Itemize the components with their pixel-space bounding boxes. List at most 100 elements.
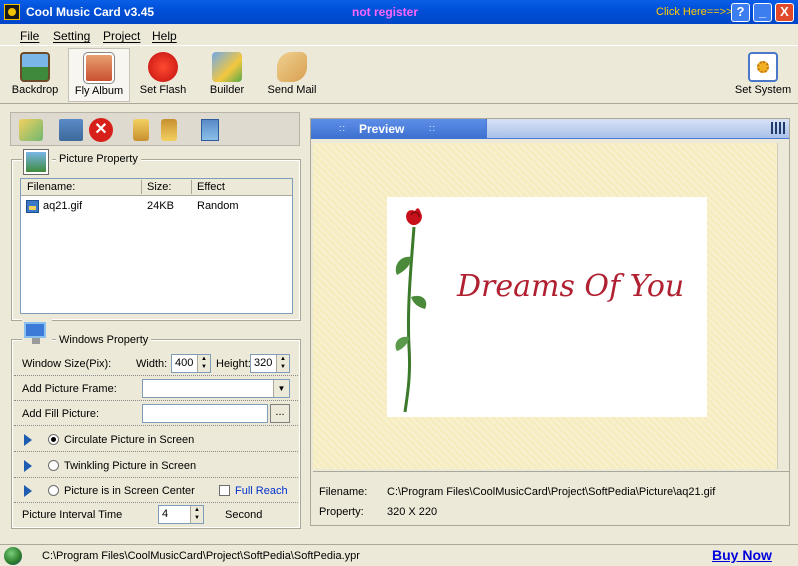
window-title: Cool Music Card v3.45 bbox=[26, 5, 155, 19]
picture-property-icon bbox=[22, 148, 52, 178]
register-status: not register bbox=[352, 5, 419, 19]
remove-picture-icon[interactable] bbox=[59, 119, 83, 141]
preview-scrollbar[interactable] bbox=[777, 143, 789, 469]
gif-file-icon bbox=[26, 200, 39, 213]
app-window: Cool Music Card v3.45 not register Click… bbox=[0, 0, 798, 566]
status-bar: C:\Program Files\CoolMusicCard\Project\S… bbox=[0, 544, 798, 566]
twinkling-radio[interactable] bbox=[48, 460, 59, 471]
close-button[interactable]: X bbox=[775, 3, 794, 22]
width-stepper[interactable]: 400 ▲ ▼ bbox=[171, 354, 211, 373]
preview-panel: :: Preview :: Dreams Of You Filename: C:… bbox=[310, 118, 790, 526]
interval-unit: Second bbox=[225, 509, 263, 521]
menu-file[interactable]: File bbox=[20, 29, 39, 43]
interval-stepper[interactable]: 4 ▲ ▼ bbox=[158, 505, 204, 524]
interval-value: 4 bbox=[162, 508, 169, 520]
row-effect: Random bbox=[197, 200, 239, 212]
table-row[interactable]: aq21.gif 24KB Random bbox=[21, 199, 292, 215]
project-path: C:\Program Files\CoolMusicCard\Project\S… bbox=[42, 550, 360, 562]
send-mail-label: Send Mail bbox=[267, 84, 317, 96]
picture-frame-select[interactable]: ▼ bbox=[142, 379, 290, 398]
circulate-row: Circulate Picture in Screen bbox=[14, 428, 298, 452]
col-size[interactable]: Size: bbox=[147, 181, 171, 193]
preview-header-bar bbox=[487, 119, 789, 139]
chevron-right-icon bbox=[24, 460, 32, 472]
builder-icon bbox=[212, 52, 242, 82]
twinkling-label[interactable]: Twinkling Picture in Screen bbox=[64, 460, 196, 472]
width-value: 400 bbox=[175, 357, 194, 369]
interval-spin-arrows[interactable]: ▲ ▼ bbox=[190, 506, 203, 523]
app-icon[interactable] bbox=[4, 4, 20, 20]
move-down-icon[interactable] bbox=[161, 119, 177, 141]
width-spin-arrows[interactable]: ▲ ▼ bbox=[197, 355, 210, 372]
preview-header: :: Preview :: bbox=[311, 119, 789, 139]
title-bar: Cool Music Card v3.45 not register Click… bbox=[0, 0, 798, 24]
row-size: 24KB bbox=[147, 200, 174, 212]
fly-album-label: Fly Album bbox=[74, 85, 124, 97]
center-radio[interactable] bbox=[48, 485, 59, 496]
builder-button[interactable]: Builder bbox=[196, 48, 258, 102]
col-effect[interactable]: Effect bbox=[197, 181, 225, 193]
height-stepper[interactable]: 320 ▲ ▼ bbox=[250, 354, 290, 373]
preview-tab[interactable]: :: Preview :: bbox=[311, 119, 500, 139]
property-label: Property: bbox=[319, 506, 364, 518]
set-flash-label: Set Flash bbox=[139, 84, 187, 96]
move-up-icon[interactable] bbox=[133, 119, 149, 141]
preview-picture-icon[interactable] bbox=[201, 119, 219, 141]
width-label: Width: bbox=[136, 358, 168, 370]
add-fill-label: Add Fill Picture: bbox=[22, 408, 100, 420]
add-fill-row: Add Fill Picture: ... bbox=[14, 402, 298, 426]
minimize-button[interactable]: _ bbox=[753, 3, 772, 22]
flash-icon bbox=[148, 52, 178, 82]
picture-list[interactable]: Filename: Size: Effect aq21.gif 24KB Ran… bbox=[20, 178, 293, 314]
full-reach-checkbox[interactable] bbox=[219, 485, 230, 496]
click-here-link[interactable]: Click Here==>> bbox=[656, 6, 732, 18]
circulate-radio[interactable] bbox=[48, 434, 59, 445]
backdrop-button[interactable]: Backdrop bbox=[4, 48, 66, 102]
set-system-label: Set System bbox=[734, 84, 792, 96]
center-row: Picture is in Screen Center Full Reach bbox=[14, 479, 298, 503]
menu-setting[interactable]: Setting bbox=[53, 29, 90, 43]
set-system-button[interactable]: Set System bbox=[732, 48, 794, 102]
picture-property-title: Picture Property bbox=[56, 153, 141, 165]
add-picture-icon[interactable] bbox=[19, 119, 43, 141]
height-value: 320 bbox=[254, 357, 273, 369]
delete-icon[interactable]: ✕ bbox=[89, 118, 113, 142]
twinkling-row: Twinkling Picture in Screen bbox=[14, 454, 298, 478]
col-filename[interactable]: Filename: bbox=[27, 181, 75, 193]
browse-button[interactable]: ... bbox=[270, 404, 290, 423]
full-reach-label[interactable]: Full Reach bbox=[235, 485, 288, 497]
filename-value: C:\Program Files\CoolMusicCard\Project\S… bbox=[387, 486, 716, 498]
buy-now-link[interactable]: Buy Now bbox=[712, 547, 772, 563]
fly-album-button[interactable]: Fly Album bbox=[68, 48, 130, 102]
add-frame-label: Add Picture Frame: bbox=[22, 383, 117, 395]
globe-icon bbox=[4, 547, 22, 565]
chevron-right-icon bbox=[24, 434, 32, 446]
handshake-mail-icon bbox=[277, 52, 307, 82]
chevron-down-icon[interactable]: ▼ bbox=[273, 380, 289, 397]
window-size-row: Window Size(Pix): Width: 400 ▲ ▼ Height: … bbox=[14, 352, 298, 376]
menu-bar: File Setting Project Help bbox=[0, 24, 798, 46]
interval-label: Picture Interval Time bbox=[22, 509, 123, 521]
grip-icon bbox=[771, 122, 785, 134]
row-filename: aq21.gif bbox=[43, 200, 83, 212]
menu-help[interactable]: Help bbox=[152, 29, 177, 43]
circulate-label[interactable]: Circulate Picture in Screen bbox=[64, 434, 194, 446]
send-mail-button[interactable]: Send Mail bbox=[261, 48, 323, 102]
center-label[interactable]: Picture is in Screen Center bbox=[64, 485, 195, 497]
preview-canvas: Dreams Of You bbox=[313, 143, 777, 469]
help-button[interactable]: ? bbox=[731, 3, 750, 22]
picture-list-header: Filename: Size: Effect bbox=[21, 179, 292, 196]
windows-property-icon bbox=[22, 318, 52, 348]
rose-icon bbox=[395, 208, 427, 413]
main-toolbar: Backdrop Fly Album Set Flash Builder Sen… bbox=[0, 46, 798, 104]
fill-picture-input[interactable] bbox=[142, 404, 268, 423]
windows-property-title: Windows Property bbox=[56, 334, 152, 346]
set-flash-button[interactable]: Set Flash bbox=[132, 48, 194, 102]
menu-project[interactable]: Project bbox=[103, 29, 140, 43]
album-toolbar: ✕ bbox=[10, 112, 300, 146]
gear-icon bbox=[748, 52, 778, 82]
height-spin-arrows[interactable]: ▲ ▼ bbox=[276, 355, 289, 372]
window-size-label: Window Size(Pix): bbox=[22, 358, 112, 370]
builder-label: Builder bbox=[209, 84, 245, 96]
music-card: Dreams Of You bbox=[387, 197, 707, 417]
